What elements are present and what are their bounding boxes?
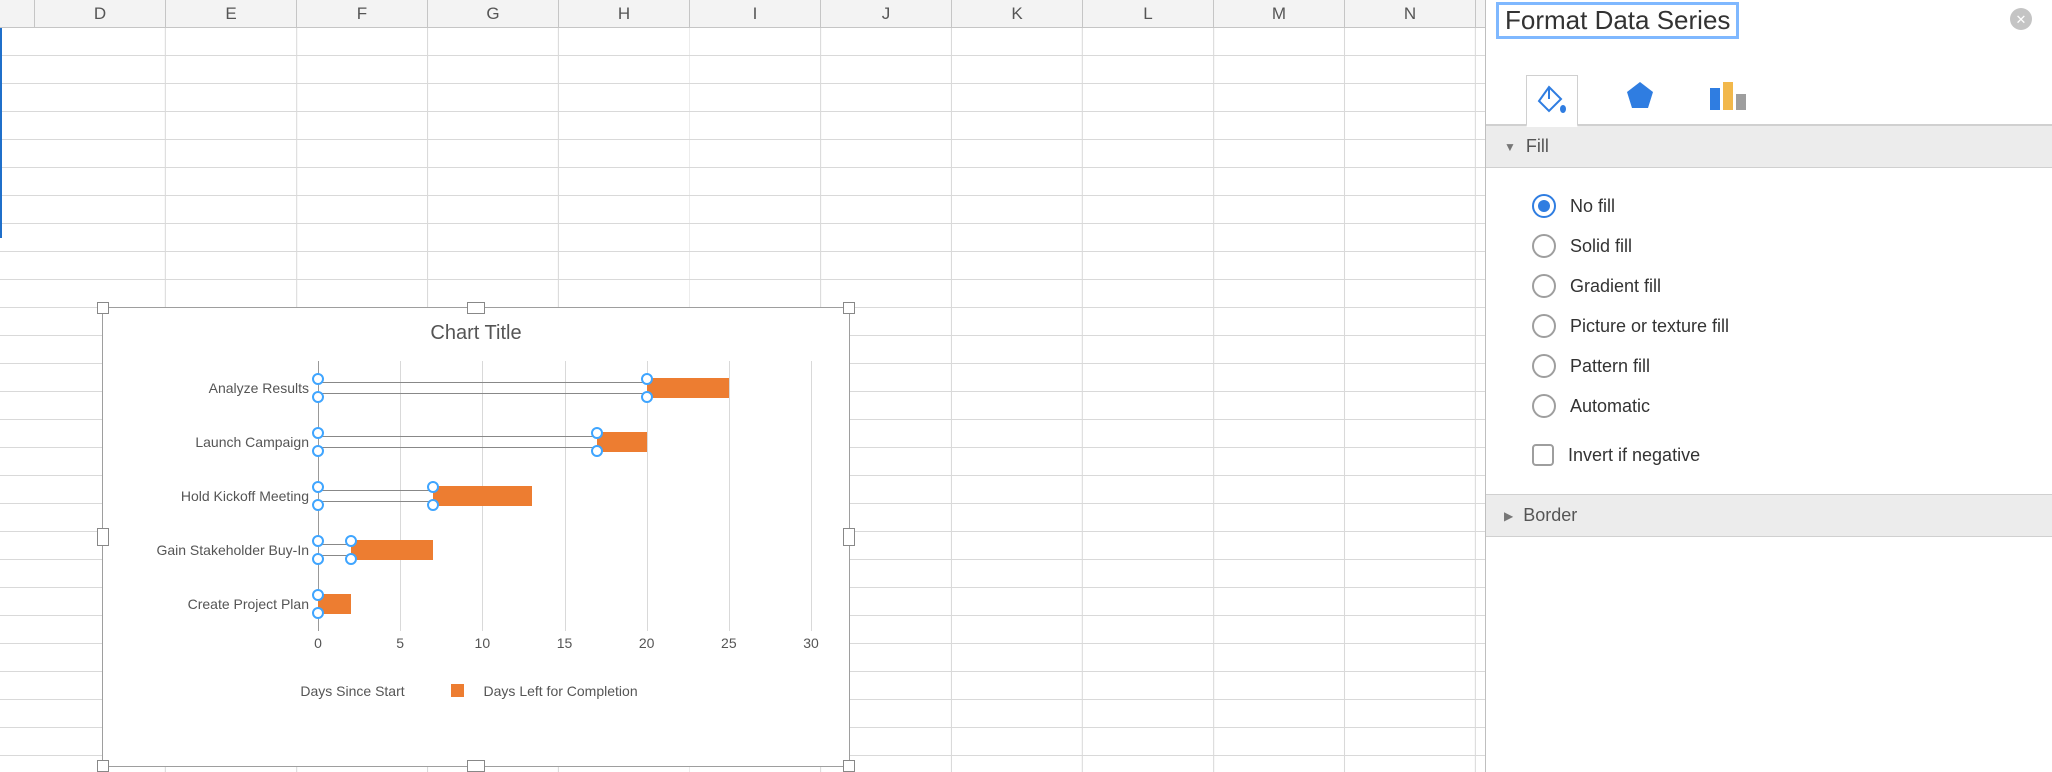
close-icon[interactable] — [2010, 8, 2032, 30]
tab-series-options[interactable] — [1702, 69, 1754, 121]
resize-handle-ml[interactable] — [97, 528, 109, 546]
radio-automatic[interactable]: Automatic — [1532, 386, 2052, 426]
paint-bucket-icon — [1535, 83, 1569, 117]
panel-title[interactable]: Format Data Series — [1496, 2, 1739, 39]
section-fill-header[interactable]: ▼ Fill — [1486, 125, 2052, 168]
series-selection-handle[interactable] — [312, 481, 324, 493]
resize-handle-br[interactable] — [843, 760, 855, 772]
x-axis-tick: 0 — [314, 635, 322, 651]
col-header-spacer — [0, 0, 35, 27]
resize-handle-tr[interactable] — [843, 302, 855, 314]
series-selection-handle[interactable] — [591, 445, 603, 457]
col-header-n[interactable]: N — [1345, 0, 1476, 27]
selected-series-segment[interactable] — [318, 490, 433, 502]
section-border-header[interactable]: ▶ Border — [1486, 494, 2052, 537]
chart-bar[interactable] — [351, 540, 433, 560]
section-fill-body: No fill Solid fill Gradient fill Picture… — [1486, 168, 2052, 494]
series-selection-handle[interactable] — [312, 553, 324, 565]
radio-solid-fill[interactable]: Solid fill — [1532, 226, 2052, 266]
y-axis-label: Create Project Plan — [188, 596, 309, 612]
format-panel: Format Data Series — [1486, 0, 2052, 772]
gridline — [565, 361, 566, 631]
series-selection-handle[interactable] — [345, 535, 357, 547]
radio-gradient-fill[interactable]: Gradient fill — [1532, 266, 2052, 306]
col-header-e[interactable]: E — [166, 0, 297, 27]
series-selection-handle[interactable] — [312, 535, 324, 547]
legend-swatch-icon — [451, 684, 464, 697]
x-axis-tick: 20 — [639, 635, 655, 651]
pentagon-icon — [1623, 78, 1657, 112]
radio-picture-fill[interactable]: Picture or texture fill — [1532, 306, 2052, 346]
resize-handle-bm[interactable] — [467, 760, 485, 772]
series-selection-handle[interactable] — [312, 427, 324, 439]
y-axis-label: Gain Stakeholder Buy-In — [156, 542, 309, 558]
legend-item-1[interactable]: Days Since Start — [300, 683, 404, 699]
selected-series-segment[interactable] — [318, 382, 647, 394]
col-header-g[interactable]: G — [428, 0, 559, 27]
chart-bar[interactable] — [433, 486, 532, 506]
format-tabs — [1486, 43, 2052, 125]
chart-plot-area[interactable]: Analyze Results Launch Campaign Hold Kicko… — [133, 361, 819, 681]
series-selection-handle[interactable] — [312, 607, 324, 619]
x-axis-tick: 10 — [475, 635, 491, 651]
section-fill-label: Fill — [1526, 136, 1549, 157]
x-axis-tick: 25 — [721, 635, 737, 651]
x-axis-tick: 30 — [803, 635, 819, 651]
selection-indicator — [0, 28, 2, 238]
chart-title[interactable]: Chart Title — [103, 308, 849, 355]
series-selection-handle[interactable] — [312, 499, 324, 511]
spreadsheet[interactable]: D E F G H I J K L M N Chart Title A — [0, 0, 1486, 772]
radio-no-fill[interactable]: No fill — [1532, 186, 2052, 226]
series-selection-handle[interactable] — [312, 589, 324, 601]
col-header-j[interactable]: J — [821, 0, 952, 27]
series-selection-handle[interactable] — [345, 553, 357, 565]
column-header-row: D E F G H I J K L M N — [0, 0, 1485, 28]
col-header-i[interactable]: I — [690, 0, 821, 27]
embedded-chart[interactable]: Chart Title Analyze Results Launch Campai… — [102, 307, 850, 767]
tab-effects[interactable] — [1614, 69, 1666, 121]
section-border-label: Border — [1523, 505, 1577, 526]
x-axis-tick: 15 — [557, 635, 573, 651]
selected-series-segment[interactable] — [318, 436, 597, 448]
col-header-k[interactable]: K — [952, 0, 1083, 27]
tab-fill-line[interactable] — [1526, 75, 1578, 127]
resize-handle-mr[interactable] — [843, 528, 855, 546]
series-selection-handle[interactable] — [312, 391, 324, 403]
y-axis-label: Hold Kickoff Meeting — [181, 488, 309, 504]
legend-item-2[interactable]: Days Left for Completion — [437, 683, 652, 699]
y-axis-label: Analyze Results — [209, 380, 309, 396]
chart-bar[interactable] — [647, 378, 729, 398]
col-header-m[interactable]: M — [1214, 0, 1345, 27]
col-header-l[interactable]: L — [1083, 0, 1214, 27]
resize-handle-tm[interactable] — [467, 302, 485, 314]
series-selection-handle[interactable] — [312, 373, 324, 385]
series-selection-handle[interactable] — [427, 481, 439, 493]
chart-bar[interactable] — [597, 432, 646, 452]
resize-handle-bl[interactable] — [97, 760, 109, 772]
series-selection-handle[interactable] — [427, 499, 439, 511]
y-axis-label: Launch Campaign — [195, 434, 309, 450]
gridline — [811, 361, 812, 631]
radio-pattern-fill[interactable]: Pattern fill — [1532, 346, 2052, 386]
series-selection-handle[interactable] — [641, 391, 653, 403]
disclosure-triangle-icon: ▼ — [1504, 140, 1516, 154]
disclosure-triangle-icon: ▶ — [1504, 509, 1513, 523]
col-header-d[interactable]: D — [35, 0, 166, 27]
series-selection-handle[interactable] — [312, 445, 324, 457]
col-header-h[interactable]: H — [559, 0, 690, 27]
chart-legend[interactable]: Days Since Start Days Left for Completio… — [103, 681, 849, 711]
resize-handle-tl[interactable] — [97, 302, 109, 314]
checkbox-invert-if-negative[interactable]: Invert if negative — [1532, 436, 2052, 474]
gridline — [729, 361, 730, 631]
series-selection-handle[interactable] — [641, 373, 653, 385]
series-selection-handle[interactable] — [591, 427, 603, 439]
col-header-f[interactable]: F — [297, 0, 428, 27]
x-axis-tick: 5 — [396, 635, 404, 651]
bar-chart-icon — [1708, 78, 1748, 112]
